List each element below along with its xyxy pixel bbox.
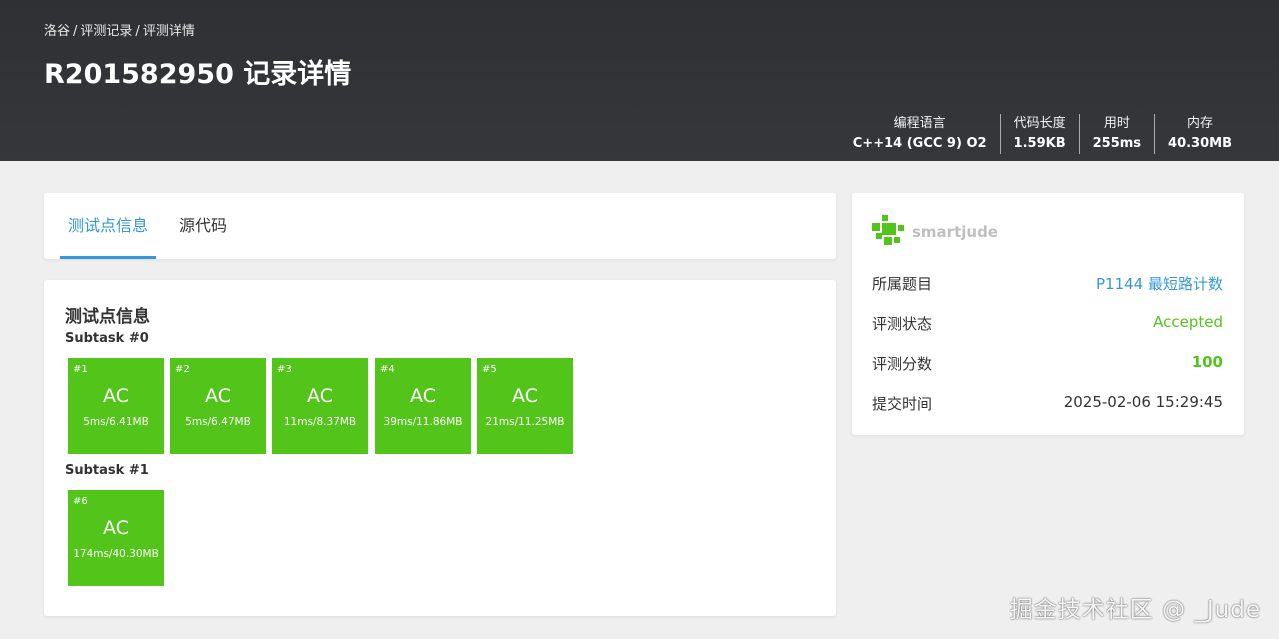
testcase-status: AC bbox=[307, 385, 333, 407]
problem-link[interactable]: P1144 最短路计数 bbox=[1096, 273, 1223, 294]
testcase-detail: 174ms/40.30MB bbox=[73, 548, 159, 560]
stat-time: 用时 255ms bbox=[1078, 114, 1154, 154]
score-value: 100 bbox=[1191, 353, 1223, 371]
testcase-box[interactable]: #4 AC 39ms/11.86MB bbox=[375, 358, 471, 454]
testcase-box[interactable]: #6 AC 174ms/40.30MB bbox=[68, 490, 164, 586]
breadcrumb-home-link[interactable]: 洛谷 bbox=[44, 24, 70, 39]
info-label: 提交时间 bbox=[872, 395, 933, 413]
record-stats: 编程语言 C++14 (GCC 9) O2 代码长度 1.59KB 用时 255… bbox=[840, 114, 1245, 154]
testcase-box[interactable]: #2 AC 5ms/6.47MB bbox=[170, 358, 266, 454]
testcase-number: #4 bbox=[380, 364, 395, 375]
stat-label: 代码长度 bbox=[1013, 116, 1066, 131]
stat-value: C++14 (GCC 9) O2 bbox=[852, 136, 987, 151]
testcase-status: AC bbox=[410, 385, 436, 407]
testcase-box[interactable]: #3 AC 11ms/8.37MB bbox=[272, 358, 368, 454]
breadcrumb-separator: / bbox=[73, 24, 78, 39]
testcase-detail: 5ms/6.47MB bbox=[185, 416, 251, 428]
stat-memory: 内存 40.30MB bbox=[1154, 114, 1245, 154]
user-avatar-icon[interactable] bbox=[872, 215, 904, 245]
info-label: 评测状态 bbox=[872, 315, 933, 333]
info-row-submit-time: 提交时间 2025-02-06 15:29:45 bbox=[872, 393, 1223, 417]
testcase-number: #6 bbox=[73, 496, 88, 507]
submit-time-value: 2025-02-06 15:29:45 bbox=[1063, 393, 1223, 411]
stat-label: 用时 bbox=[1103, 116, 1130, 131]
subtask-title: Subtask #0 bbox=[65, 331, 149, 346]
status-value: Accepted bbox=[1153, 313, 1223, 331]
section-title: 测试点信息 bbox=[65, 307, 150, 327]
watermark: 掘金技术社区 @ _Jude bbox=[1009, 597, 1261, 623]
stat-label: 编程语言 bbox=[893, 116, 946, 131]
stat-value: 255ms bbox=[1092, 136, 1142, 151]
stat-code-length: 代码长度 1.59KB bbox=[999, 114, 1079, 154]
stat-value: 40.30MB bbox=[1168, 136, 1232, 151]
testcase-status: AC bbox=[205, 385, 231, 407]
page-title: R201582950 记录详情 bbox=[44, 59, 352, 90]
info-row-status: 评测状态 Accepted bbox=[872, 313, 1223, 337]
breadcrumb: 洛谷 / 评测记录 / 评测详情 bbox=[44, 20, 195, 39]
stat-value: 1.59KB bbox=[1013, 136, 1066, 151]
page-header: 洛谷 / 评测记录 / 评测详情 R201582950 记录详情 编程语言 C++14 … bbox=[0, 0, 1279, 161]
testcase-status: AC bbox=[103, 385, 129, 407]
tab-testcases[interactable]: 测试点信息 bbox=[59, 193, 157, 259]
testcase-number: #3 bbox=[277, 364, 292, 375]
testcase-panel: 测试点信息 Subtask #0 #1 AC 5ms/6.41MB #2 AC … bbox=[44, 280, 836, 616]
username-link[interactable]: smartjude bbox=[912, 223, 998, 241]
tab-source-code[interactable]: 源代码 bbox=[179, 193, 227, 259]
stat-language: 编程语言 C++14 (GCC 9) O2 bbox=[840, 114, 1000, 154]
testcase-detail: 11ms/8.37MB bbox=[283, 416, 357, 428]
tabs-card: 测试点信息 源代码 bbox=[44, 193, 836, 259]
breadcrumb-current: 评测详情 bbox=[142, 24, 195, 39]
info-row-score: 评测分数 100 bbox=[872, 353, 1223, 377]
subtask-title: Subtask #1 bbox=[65, 463, 149, 478]
testcase-status: AC bbox=[512, 385, 538, 407]
stat-label: 内存 bbox=[1187, 116, 1214, 131]
breadcrumb-records-link[interactable]: 评测记录 bbox=[80, 24, 132, 39]
record-info-panel: smartjude 所属题目 P1144 最短路计数 评测状态 Accepted… bbox=[852, 193, 1244, 435]
testcase-box[interactable]: #1 AC 5ms/6.41MB bbox=[68, 358, 164, 454]
testcase-number: #2 bbox=[175, 364, 190, 375]
testcase-status: AC bbox=[103, 517, 129, 539]
testcase-detail: 39ms/11.86MB bbox=[383, 416, 463, 428]
info-row-problem: 所属题目 P1144 最短路计数 bbox=[872, 273, 1223, 297]
breadcrumb-separator: / bbox=[135, 24, 140, 39]
testcase-number: #5 bbox=[482, 364, 497, 375]
testcase-detail: 5ms/6.41MB bbox=[83, 416, 149, 428]
info-label: 评测分数 bbox=[872, 355, 933, 373]
info-label: 所属题目 bbox=[872, 275, 933, 293]
testcase-box[interactable]: #5 AC 21ms/11.25MB bbox=[477, 358, 573, 454]
testcase-number: #1 bbox=[73, 364, 88, 375]
testcase-detail: 21ms/11.25MB bbox=[485, 416, 565, 428]
